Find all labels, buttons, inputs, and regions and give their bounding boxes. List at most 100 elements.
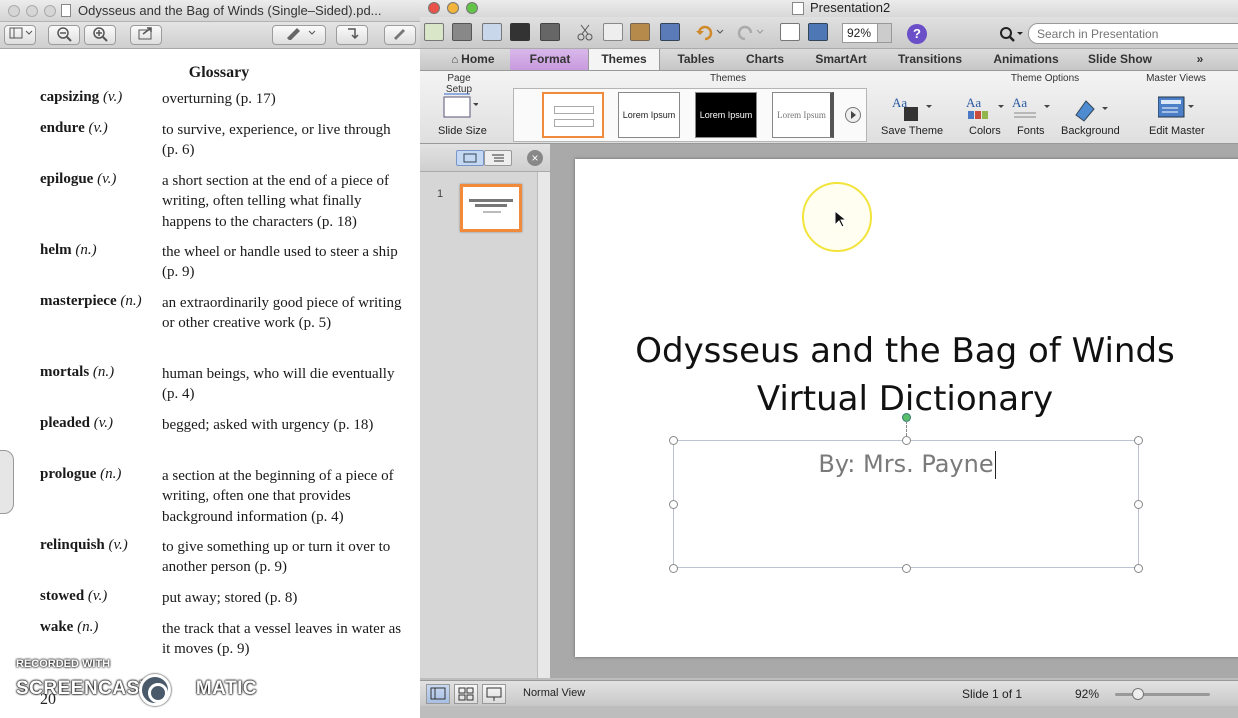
search-input[interactable] bbox=[1028, 23, 1238, 44]
new-icon[interactable] bbox=[424, 23, 444, 41]
more-tabs-button[interactable]: » bbox=[1188, 49, 1212, 70]
resize-handle[interactable] bbox=[1134, 500, 1143, 509]
annotate-button[interactable] bbox=[272, 25, 326, 45]
zoom-out-button[interactable] bbox=[48, 25, 80, 45]
close-window-button[interactable] bbox=[428, 2, 440, 14]
resize-handle[interactable] bbox=[669, 500, 678, 509]
help-button[interactable]: ? bbox=[907, 24, 927, 44]
zoom-window-button[interactable] bbox=[466, 2, 478, 14]
fonts-button[interactable]: Fonts bbox=[1017, 125, 1045, 137]
glossary-definition: human beings, who will die eventually (p… bbox=[162, 366, 395, 403]
tab-slide-show[interactable]: Slide Show bbox=[1082, 49, 1158, 70]
tab-tables[interactable]: Tables bbox=[665, 49, 727, 70]
zoom-slider[interactable] bbox=[1115, 693, 1210, 696]
tab-format[interactable]: Format bbox=[510, 49, 590, 70]
media-icon[interactable] bbox=[808, 23, 828, 41]
copy-icon[interactable] bbox=[603, 23, 623, 41]
resize-handle[interactable] bbox=[669, 564, 678, 573]
tab-smartart[interactable]: SmartArt bbox=[805, 49, 877, 70]
close-pane-icon[interactable]: × bbox=[527, 150, 543, 166]
ribbon-tabs: ⌂ Home Format Themes Tables Charts Smart… bbox=[420, 49, 1238, 71]
undo-icon[interactable] bbox=[695, 23, 724, 41]
edit-master-icon bbox=[1157, 95, 1194, 121]
theme-thumb-white[interactable]: Lorem Ipsum bbox=[618, 92, 680, 138]
rotate-button[interactable] bbox=[336, 25, 368, 45]
thumbnails-scrollbar[interactable] bbox=[537, 172, 550, 678]
part-of-speech: (v.) bbox=[102, 89, 123, 105]
term-word: relinquish bbox=[40, 537, 105, 553]
glossary-term: endure (v.) bbox=[40, 120, 108, 137]
slides-view-button[interactable] bbox=[456, 150, 484, 166]
part-of-speech: (n.) bbox=[77, 619, 99, 635]
part-of-speech: (v.) bbox=[97, 171, 117, 187]
save-theme-button[interactable]: Save Theme bbox=[881, 125, 943, 137]
share-button[interactable] bbox=[130, 25, 162, 45]
print-icon[interactable] bbox=[540, 23, 560, 41]
zoom-in-button[interactable] bbox=[84, 25, 116, 45]
gallery-icon[interactable] bbox=[452, 23, 472, 41]
minimize-window-button[interactable] bbox=[447, 2, 459, 14]
gallery-next-button[interactable] bbox=[845, 107, 861, 123]
glossary-term: wake (n.) bbox=[40, 619, 98, 636]
theme-thumb-blank[interactable] bbox=[542, 92, 604, 138]
glossary-term: masterpiece (n.) bbox=[40, 293, 142, 310]
slide-sorter-button[interactable] bbox=[454, 684, 478, 704]
slide-title[interactable]: Odysseus and the Bag of Winds Virtual Di… bbox=[585, 327, 1225, 423]
slide-icon[interactable] bbox=[780, 23, 800, 41]
slide-size-button[interactable]: Slide Size bbox=[438, 125, 487, 137]
tab-transitions[interactable]: Transitions bbox=[890, 49, 970, 70]
watermark-small-text: RECORDED WITH bbox=[16, 658, 111, 670]
zoom-select[interactable]: 92% bbox=[842, 23, 892, 43]
colors-icon: Aa bbox=[966, 93, 1004, 119]
open-icon[interactable] bbox=[482, 23, 502, 41]
zoom-window-button[interactable] bbox=[44, 5, 56, 17]
slide-canvas[interactable]: Odysseus and the Bag of Winds Virtual Di… bbox=[575, 159, 1238, 657]
side-panel-handle[interactable] bbox=[0, 450, 14, 514]
rotate-icon bbox=[348, 28, 359, 40]
redo-icon[interactable] bbox=[735, 23, 764, 41]
glossary-definition: to give something up or turn it over to … bbox=[162, 539, 391, 576]
glossary-page: Glossary capsizing (v.) overturning (p. 1… bbox=[0, 52, 420, 682]
glossary-definition: a section at the beginning of a piece of… bbox=[162, 468, 394, 525]
resize-handle[interactable] bbox=[669, 436, 678, 445]
sidebar-toggle-button[interactable] bbox=[4, 25, 36, 45]
format-painter-icon[interactable] bbox=[660, 23, 680, 41]
slide-show-button[interactable] bbox=[482, 684, 506, 704]
outline-view-button[interactable] bbox=[484, 150, 512, 166]
normal-view-button[interactable] bbox=[426, 684, 450, 704]
pdf-titlebar: Odysseus and the Bag of Winds (Single–Si… bbox=[0, 0, 420, 22]
subtitle-placeholder[interactable]: By: Mrs. Payne bbox=[669, 413, 1143, 573]
resize-handle[interactable] bbox=[1134, 436, 1143, 445]
slide-thumbnail[interactable] bbox=[460, 184, 522, 232]
cut-icon[interactable] bbox=[575, 23, 595, 41]
background-icon bbox=[1070, 95, 1108, 122]
tab-themes[interactable]: Themes bbox=[588, 49, 660, 70]
ppt-titlebar: Presentation2 bbox=[420, 0, 1238, 17]
tab-animations[interactable]: Animations bbox=[988, 49, 1064, 70]
search-icon[interactable] bbox=[998, 25, 1024, 43]
watermark-text: SCREENCAST MATIC bbox=[16, 678, 257, 700]
zoom-slider-knob[interactable] bbox=[1132, 688, 1144, 700]
minimize-window-button[interactable] bbox=[26, 5, 38, 17]
edit-button[interactable] bbox=[384, 25, 416, 45]
screen: Odysseus and the Bag of Winds (Single–Si… bbox=[0, 0, 1238, 718]
tab-charts[interactable]: Charts bbox=[735, 49, 795, 70]
edit-master-button[interactable]: Edit Master bbox=[1149, 125, 1205, 137]
save-icon[interactable] bbox=[510, 23, 530, 41]
colors-button[interactable]: Colors bbox=[969, 125, 1001, 137]
resize-handle[interactable] bbox=[902, 564, 911, 573]
tab-home[interactable]: ⌂ Home bbox=[438, 49, 508, 70]
resize-handle[interactable] bbox=[1134, 564, 1143, 573]
resize-handle[interactable] bbox=[902, 436, 911, 445]
pdf-toolbar bbox=[0, 22, 420, 49]
term-word: epilogue bbox=[40, 171, 94, 187]
slide-subtitle[interactable]: By: Mrs. Payne bbox=[674, 450, 1140, 479]
background-button[interactable]: Background bbox=[1061, 125, 1120, 137]
theme-thumb-serif[interactable]: Lorem Ipsum bbox=[772, 92, 834, 138]
group-label-themes: Themes bbox=[709, 73, 747, 84]
outline-icon bbox=[492, 154, 504, 162]
paste-icon[interactable] bbox=[630, 23, 650, 41]
theme-thumb-black[interactable]: Lorem Ipsum bbox=[695, 92, 757, 138]
close-window-button[interactable] bbox=[8, 5, 20, 17]
glossary-definition: the wheel or handle used to steer a ship… bbox=[162, 244, 398, 281]
